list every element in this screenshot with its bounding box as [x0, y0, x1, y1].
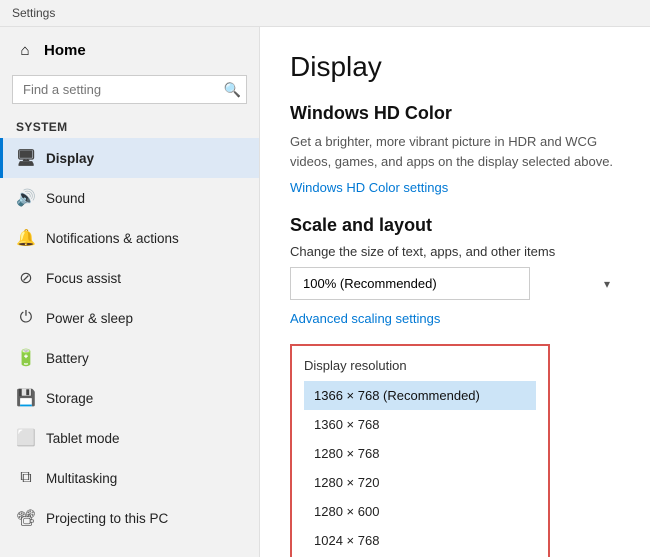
sidebar-item-label-storage: Storage — [46, 391, 93, 406]
main-content: Display Windows HD Color Get a brighter,… — [260, 27, 650, 557]
sidebar-item-projecting[interactable]: 📽 Projecting to this PC — [0, 498, 259, 538]
sidebar: ⌂ Home 🔍 System 🖥 Display 🔊 Sound 🔔 Notificat… — [0, 27, 260, 557]
resolution-label: Display resolution — [304, 358, 536, 373]
sidebar-item-power[interactable]: ⏻ Power & sleep — [0, 298, 259, 338]
home-icon: ⌂ — [16, 41, 34, 59]
resolution-list-item[interactable]: 1280 × 768 — [304, 439, 536, 468]
resolution-list-item[interactable]: 1366 × 768 (Recommended) — [304, 381, 536, 410]
app-container: ⌂ Home 🔍 System 🖥 Display 🔊 Sound 🔔 Notificat… — [0, 27, 650, 557]
sidebar-home[interactable]: ⌂ Home — [0, 27, 259, 69]
sidebar-item-label-focus: Focus assist — [46, 271, 121, 286]
sidebar-item-label-projecting: Projecting to this PC — [46, 511, 168, 526]
advanced-scaling-link[interactable]: Advanced scaling settings — [290, 311, 440, 326]
hd-color-section: Windows HD Color Get a brighter, more vi… — [290, 103, 620, 195]
resolution-list-item[interactable]: 1024 × 768 — [304, 526, 536, 555]
sidebar-item-label-sound: Sound — [46, 191, 85, 206]
sidebar-item-notifications[interactable]: 🔔 Notifications & actions — [0, 218, 259, 258]
sidebar-item-label-display: Display — [46, 151, 94, 166]
sidebar-item-storage[interactable]: 💾 Storage — [0, 378, 259, 418]
page-title: Display — [290, 51, 620, 83]
hd-color-title: Windows HD Color — [290, 103, 620, 124]
resolution-list-item[interactable]: 1360 × 768 — [304, 410, 536, 439]
search-button[interactable]: 🔍 — [224, 81, 241, 98]
sidebar-item-label-power: Power & sleep — [46, 311, 133, 326]
chevron-down-icon: ▾ — [604, 277, 610, 291]
sidebar-item-label-battery: Battery — [46, 351, 89, 366]
notifications-icon: 🔔 — [16, 228, 36, 248]
sidebar-item-sound[interactable]: 🔊 Sound — [0, 178, 259, 218]
hd-color-link[interactable]: Windows HD Color settings — [290, 180, 448, 195]
resolution-list-item[interactable]: 1280 × 720 — [304, 468, 536, 497]
hd-color-desc: Get a brighter, more vibrant picture in … — [290, 132, 620, 171]
scale-change-label: Change the size of text, apps, and other… — [290, 244, 620, 259]
sidebar-item-label-tablet: Tablet mode — [46, 431, 120, 446]
power-icon: ⏻ — [16, 308, 36, 328]
storage-icon: 💾 — [16, 388, 36, 408]
scale-layout-title: Scale and layout — [290, 215, 620, 236]
display-icon: 🖥 — [16, 148, 36, 168]
resolution-list: 1366 × 768 (Recommended)1360 × 7681280 ×… — [304, 381, 536, 555]
scale-layout-section: Scale and layout Change the size of text… — [290, 215, 620, 326]
sidebar-section-label: System — [0, 114, 259, 138]
search-box-container: 🔍 — [12, 75, 247, 104]
scale-dropdown[interactable]: 100% (Recommended)125%150%175% — [290, 267, 530, 300]
sidebar-item-display[interactable]: 🖥 Display — [0, 138, 259, 178]
focus-icon: ⊘ — [16, 268, 36, 288]
sidebar-item-label-multitasking: Multitasking — [46, 471, 117, 486]
title-bar: Settings — [0, 0, 650, 27]
resolution-section: Display resolution 1366 × 768 (Recommend… — [290, 344, 550, 557]
sidebar-item-label-notifications: Notifications & actions — [46, 231, 179, 246]
sidebar-item-focus[interactable]: ⊘ Focus assist — [0, 258, 259, 298]
sidebar-items-container: 🖥 Display 🔊 Sound 🔔 Notifications & actions ⊘ F… — [0, 138, 259, 538]
sidebar-item-multitasking[interactable]: ⧉ Multitasking — [0, 458, 259, 498]
scale-dropdown-container: 100% (Recommended)125%150%175% ▾ — [290, 267, 620, 300]
home-label: Home — [44, 42, 86, 59]
tablet-icon: ⬜ — [16, 428, 36, 448]
title-bar-label: Settings — [12, 6, 55, 20]
resolution-list-item[interactable]: 1280 × 600 — [304, 497, 536, 526]
projecting-icon: 📽 — [16, 508, 36, 528]
search-input[interactable] — [12, 75, 247, 104]
multitasking-icon: ⧉ — [16, 468, 36, 488]
sidebar-item-tablet[interactable]: ⬜ Tablet mode — [0, 418, 259, 458]
sound-icon: 🔊 — [16, 188, 36, 208]
battery-icon: 🔋 — [16, 348, 36, 368]
sidebar-item-battery[interactable]: 🔋 Battery — [0, 338, 259, 378]
